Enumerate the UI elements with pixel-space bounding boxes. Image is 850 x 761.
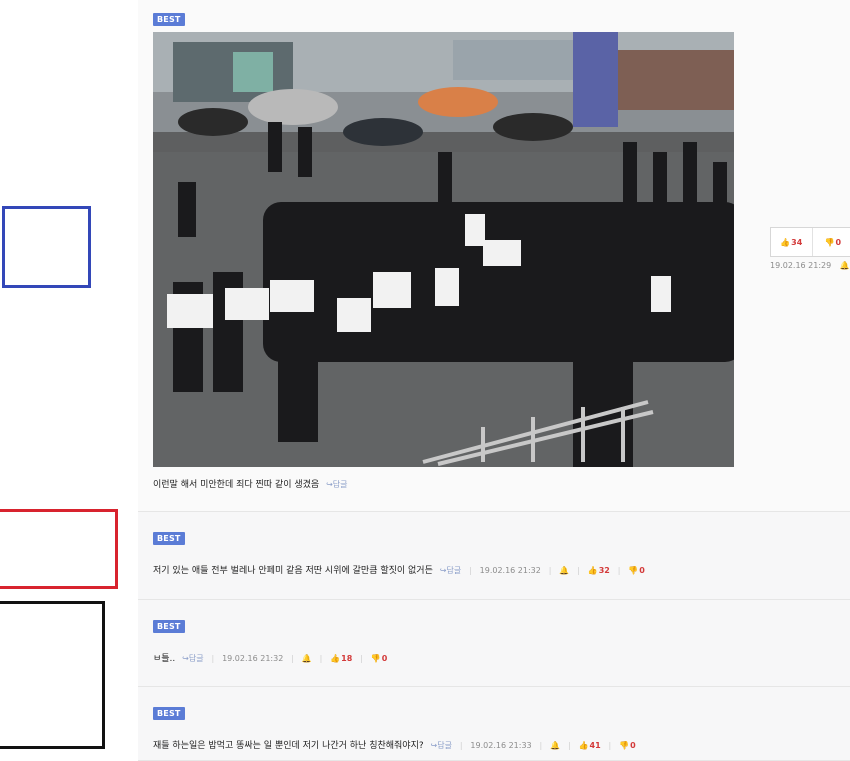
blue-outline-box — [2, 206, 91, 288]
like-count: 32 — [598, 566, 610, 575]
like-count: 34 — [791, 237, 803, 247]
reply-label: 답글 — [437, 741, 452, 750]
comment-list: BEST 이런말 해서 미안한데 죄다 찐따 같이 생겼음 ↪답글 👍 34 👎… — [138, 0, 850, 761]
red-outline-box — [0, 509, 118, 589]
best-badge: BEST — [153, 532, 185, 545]
vote-box: 👍 34 👎 0 — [770, 227, 850, 257]
reply-label: 답글 — [332, 480, 348, 489]
comment-text: 재들 하는일은 밥먹고 똥싸는 일 뿐인데 저기 나간거 하난 칭찬해줘야지? — [153, 741, 424, 751]
comment-date: 19.02.16 21:29 — [770, 261, 832, 270]
reply-link[interactable]: ↪답글 — [182, 654, 203, 663]
best-badge: BEST — [153, 13, 185, 26]
protest-photo-illustration — [153, 32, 734, 467]
thumbs-down-icon[interactable]: 👎 — [619, 741, 629, 750]
comment-text-row: 이런말 해서 미안한데 죄다 찐따 같이 생겼음 ↪답글 — [153, 477, 348, 490]
thumbs-up-icon[interactable]: 👍 — [579, 741, 589, 750]
comment-text: 저기 있는 애들 전부 벌레나 안페미 같음 저딴 시위에 갈만큼 할짓이 없거… — [153, 566, 433, 576]
like-count: 18 — [341, 654, 353, 663]
bell-icon[interactable]: 🔔 — [840, 261, 850, 270]
comment-date: 19.02.16 21:33 — [470, 741, 532, 750]
comment-item: BEST 재들 하는일은 밥먹고 똥싸는 일 뿐인데 저기 나간거 하난 칭찬해… — [138, 687, 850, 761]
reply-label: 답글 — [446, 566, 462, 575]
like-button[interactable]: 👍 34 — [771, 228, 812, 256]
comment-item: BEST ㅂ틀.. ↪답글 | 19.02.16 21:32 | 🔔 | 👍18… — [138, 600, 850, 687]
thumbs-down-icon[interactable]: 👎 — [628, 566, 638, 575]
comment-text-row: 저기 있는 애들 전부 벌레나 안페미 같음 저딴 시위에 갈만큼 할짓이 없거… — [153, 566, 645, 576]
comment-item: BEST 저기 있는 애들 전부 벌레나 안페미 같음 저딴 시위에 갈만큼 할… — [138, 512, 850, 600]
comment-text-row: ㅂ틀.. ↪답글 | 19.02.16 21:32 | 🔔 | 👍18 | 👎0 — [153, 654, 388, 664]
dislike-count: 0 — [630, 741, 636, 750]
comment-text: ㅂ틀.. — [153, 654, 176, 664]
dislike-button[interactable]: 👎 0 — [811, 228, 850, 256]
comment-date: 19.02.16 21:32 — [222, 654, 284, 663]
thumbs-up-icon[interactable]: 👍 — [588, 566, 598, 575]
left-column — [0, 0, 138, 761]
thumbs-down-icon: 👎 — [824, 237, 835, 247]
thumbs-up-icon[interactable]: 👍 — [330, 654, 340, 663]
reply-label: 답글 — [188, 654, 204, 663]
best-badge: BEST — [153, 707, 185, 720]
thumbs-up-icon: 👍 — [780, 237, 791, 247]
best-badge: BEST — [153, 620, 185, 633]
black-outline-box — [0, 601, 105, 749]
comment-date-row: 19.02.16 21:29 🔔 — [770, 261, 850, 270]
bell-icon[interactable]: 🔔 — [302, 654, 312, 663]
comment-text: 이런말 해서 미안한데 죄다 찐따 같이 생겼음 — [153, 480, 320, 490]
reply-arrow-icon: ↪ — [182, 654, 189, 663]
reply-link[interactable]: ↪답글 — [326, 480, 347, 489]
comment-photo[interactable] — [153, 32, 734, 467]
reply-link[interactable]: ↪답글 — [431, 741, 452, 750]
comment-text-row: 재들 하는일은 밥먹고 똥싸는 일 뿐인데 저기 나간거 하난 칭찬해줘야지? … — [153, 741, 636, 751]
bell-icon[interactable]: 🔔 — [550, 741, 560, 750]
comment-date: 19.02.16 21:32 — [479, 566, 541, 575]
dislike-count: 0 — [835, 237, 842, 247]
bell-icon[interactable]: 🔔 — [559, 566, 569, 575]
like-count: 41 — [589, 741, 601, 750]
dislike-count: 0 — [381, 654, 388, 663]
dislike-count: 0 — [639, 566, 645, 575]
comment-item: BEST 이런말 해서 미안한데 죄다 찐따 같이 생겼음 ↪답글 👍 34 👎… — [138, 0, 850, 512]
reply-arrow-icon: ↪ — [326, 480, 333, 489]
reply-link[interactable]: ↪답글 — [440, 566, 461, 575]
thumbs-down-icon[interactable]: 👎 — [371, 654, 381, 663]
